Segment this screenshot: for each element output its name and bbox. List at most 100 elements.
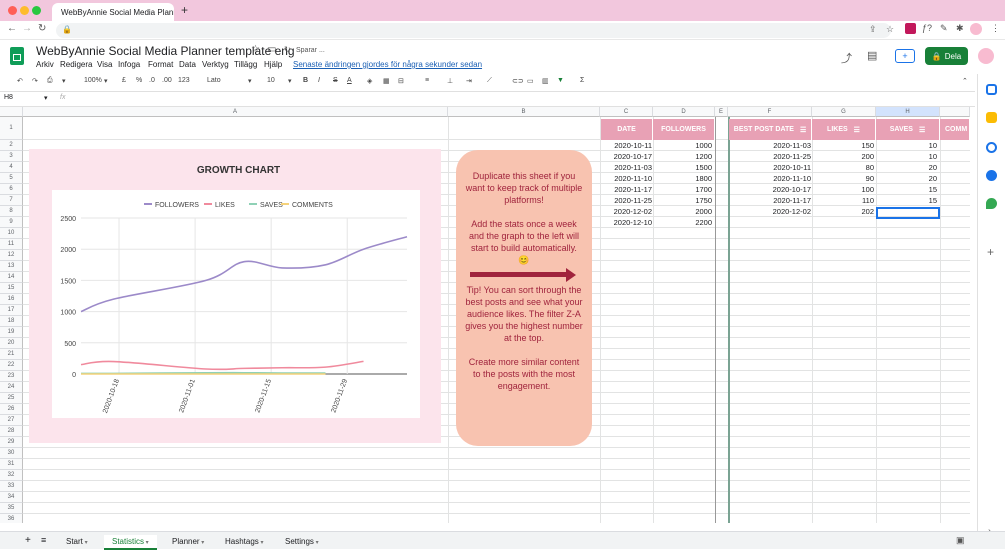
chevron-down-icon[interactable]: ▾ — [248, 77, 252, 85]
menu-infoga[interactable]: Infoga — [118, 60, 140, 69]
sheet-tab-hashtags[interactable]: Hashtags ▾ — [217, 535, 271, 550]
likes-cell[interactable]: 100 — [814, 184, 874, 195]
row-header[interactable]: 1 — [0, 117, 23, 140]
likes-cell[interactable]: 150 — [814, 140, 874, 151]
saves-cell[interactable]: 10 — [878, 151, 937, 162]
decrease-decimal-button[interactable]: .0 — [149, 77, 155, 84]
row-header[interactable]: 28 — [0, 426, 23, 437]
new-tab-button[interactable]: + — [181, 3, 188, 17]
all-sheets-icon[interactable]: ≡ — [41, 535, 46, 550]
followers-cell[interactable]: 1500 — [655, 162, 712, 173]
saves-cell[interactable]: 10 — [878, 140, 937, 151]
extension-brush-icon[interactable]: ✎ — [940, 23, 948, 34]
align-horizontal-icon[interactable]: ≡ — [425, 77, 429, 84]
account-avatar[interactable] — [978, 48, 994, 64]
align-vertical-icon[interactable]: ⊥ — [447, 77, 453, 85]
followers-cell[interactable]: 1750 — [655, 195, 712, 206]
reload-icon[interactable]: ↻ — [38, 23, 46, 34]
chevron-down-icon[interactable]: ▾ — [288, 77, 292, 85]
row-header[interactable]: 18 — [0, 316, 23, 327]
chevron-down-icon[interactable]: ▾ — [314, 540, 319, 546]
column-header-e[interactable]: E — [715, 107, 728, 117]
row-header[interactable]: 20 — [0, 338, 23, 349]
likes-cell[interactable]: 202 — [814, 206, 874, 217]
browser-tab[interactable]: WebByAnnie Social Media Planner × — [52, 3, 174, 21]
row-header[interactable]: 25 — [0, 393, 23, 404]
present-meeting-icon[interactable]: + — [895, 49, 915, 63]
column-header-g[interactable]: G — [812, 107, 876, 117]
column-header-f[interactable]: F — [728, 107, 812, 117]
date-cell[interactable]: 2020-11-17 — [604, 184, 652, 195]
followers-cell[interactable]: 2200 — [655, 217, 712, 228]
row-header[interactable]: 2 — [0, 140, 23, 151]
column-header-d[interactable]: D — [653, 107, 715, 117]
saves-cell[interactable]: 20 — [878, 173, 937, 184]
selected-cell[interactable] — [876, 207, 940, 219]
row-header[interactable]: 33 — [0, 481, 23, 492]
calendar-icon[interactable] — [986, 84, 997, 95]
paint-format-icon[interactable]: ▾ — [62, 77, 66, 85]
followers-cell[interactable]: 1000 — [655, 140, 712, 151]
row-header[interactable]: 10 — [0, 228, 23, 239]
row-header[interactable]: 29 — [0, 437, 23, 448]
best-post-date-cell[interactable]: 2020-11-03 — [731, 140, 811, 151]
sheet-tab-start[interactable]: Start ▾ — [58, 535, 96, 550]
best-post-date-cell[interactable]: 2020-11-25 — [731, 151, 811, 162]
row-header[interactable]: 31 — [0, 459, 23, 470]
increase-decimal-button[interactable]: .00 — [162, 77, 172, 84]
font-size-select[interactable]: 10 — [267, 77, 275, 84]
column-header-a[interactable]: A — [23, 107, 448, 117]
sheet-tab-statistics[interactable]: Statistics ▾ — [104, 535, 157, 550]
filter-icon[interactable]: ▼ — [557, 77, 564, 84]
menu-arkiv[interactable]: Arkiv — [36, 60, 54, 69]
extension-fx-icon[interactable]: ƒ? — [922, 23, 932, 33]
wrap-text-icon[interactable]: ⇥ — [466, 77, 472, 85]
text-color-button[interactable]: A — [347, 77, 352, 84]
strikethrough-button[interactable]: S — [333, 77, 338, 84]
menu-tillagg[interactable]: Tillägg — [234, 60, 257, 69]
share-page-icon[interactable]: ⇪ — [869, 24, 877, 35]
extensions-puzzle-icon[interactable]: ✱ — [956, 23, 964, 34]
borders-icon[interactable]: ▦ — [383, 77, 390, 85]
collapse-toolbar-icon[interactable]: ⌃ — [962, 77, 968, 85]
row-header[interactable]: 32 — [0, 470, 23, 481]
maximize-window-icon[interactable] — [32, 6, 41, 15]
date-cell[interactable]: 2020-11-03 — [604, 162, 652, 173]
row-header[interactable]: 23 — [0, 371, 23, 382]
move-folder-icon[interactable]: ▭ — [267, 44, 276, 55]
sheet-tab-planner[interactable]: Planner ▾ — [164, 535, 212, 550]
merge-cells-icon[interactable]: ⊟ — [398, 77, 404, 85]
chevron-down-icon[interactable]: ▾ — [83, 540, 88, 546]
column-header-c[interactable]: C — [600, 107, 653, 117]
date-cell[interactable]: 2020-11-10 — [604, 173, 652, 184]
row-header[interactable]: 3 — [0, 151, 23, 162]
date-cell[interactable]: 2020-11-25 — [604, 195, 652, 206]
likes-cell[interactable]: 200 — [814, 151, 874, 162]
best-post-date-cell[interactable]: 2020-11-17 — [731, 195, 811, 206]
comments-icon[interactable]: ▤ — [867, 49, 877, 62]
column-header-b[interactable]: B — [448, 107, 600, 117]
row-header[interactable]: 6 — [0, 184, 23, 195]
font-select[interactable]: Lato — [207, 77, 221, 84]
followers-cell[interactable]: 1800 — [655, 173, 712, 184]
forward-icon[interactable]: → — [22, 23, 32, 34]
date-cell[interactable]: 2020-10-17 — [604, 151, 652, 162]
formula-input[interactable] — [74, 93, 974, 105]
redo-icon[interactable]: ↷ — [32, 77, 38, 85]
row-header[interactable]: 36 — [0, 514, 23, 523]
text-rotation-icon[interactable]: ⟋ — [487, 77, 492, 85]
menu-hjalp[interactable]: Hjälp — [264, 60, 282, 69]
profile-avatar[interactable] — [970, 23, 982, 35]
followers-cell[interactable]: 1200 — [655, 151, 712, 162]
insert-comment-icon[interactable]: ▭ — [527, 77, 534, 85]
fill-color-icon[interactable]: ◈ — [367, 77, 372, 85]
add-sheet-icon[interactable]: + — [25, 535, 31, 550]
row-header[interactable]: 12 — [0, 250, 23, 261]
row-header[interactable]: 7 — [0, 195, 23, 206]
followers-cell[interactable]: 1700 — [655, 184, 712, 195]
row-header[interactable]: 16 — [0, 294, 23, 305]
row-header[interactable]: 5 — [0, 173, 23, 184]
best-post-date-cell[interactable]: 2020-12-02 — [731, 206, 811, 217]
undo-icon[interactable]: ↶ — [17, 77, 23, 85]
currency-button[interactable]: £ — [122, 77, 126, 84]
